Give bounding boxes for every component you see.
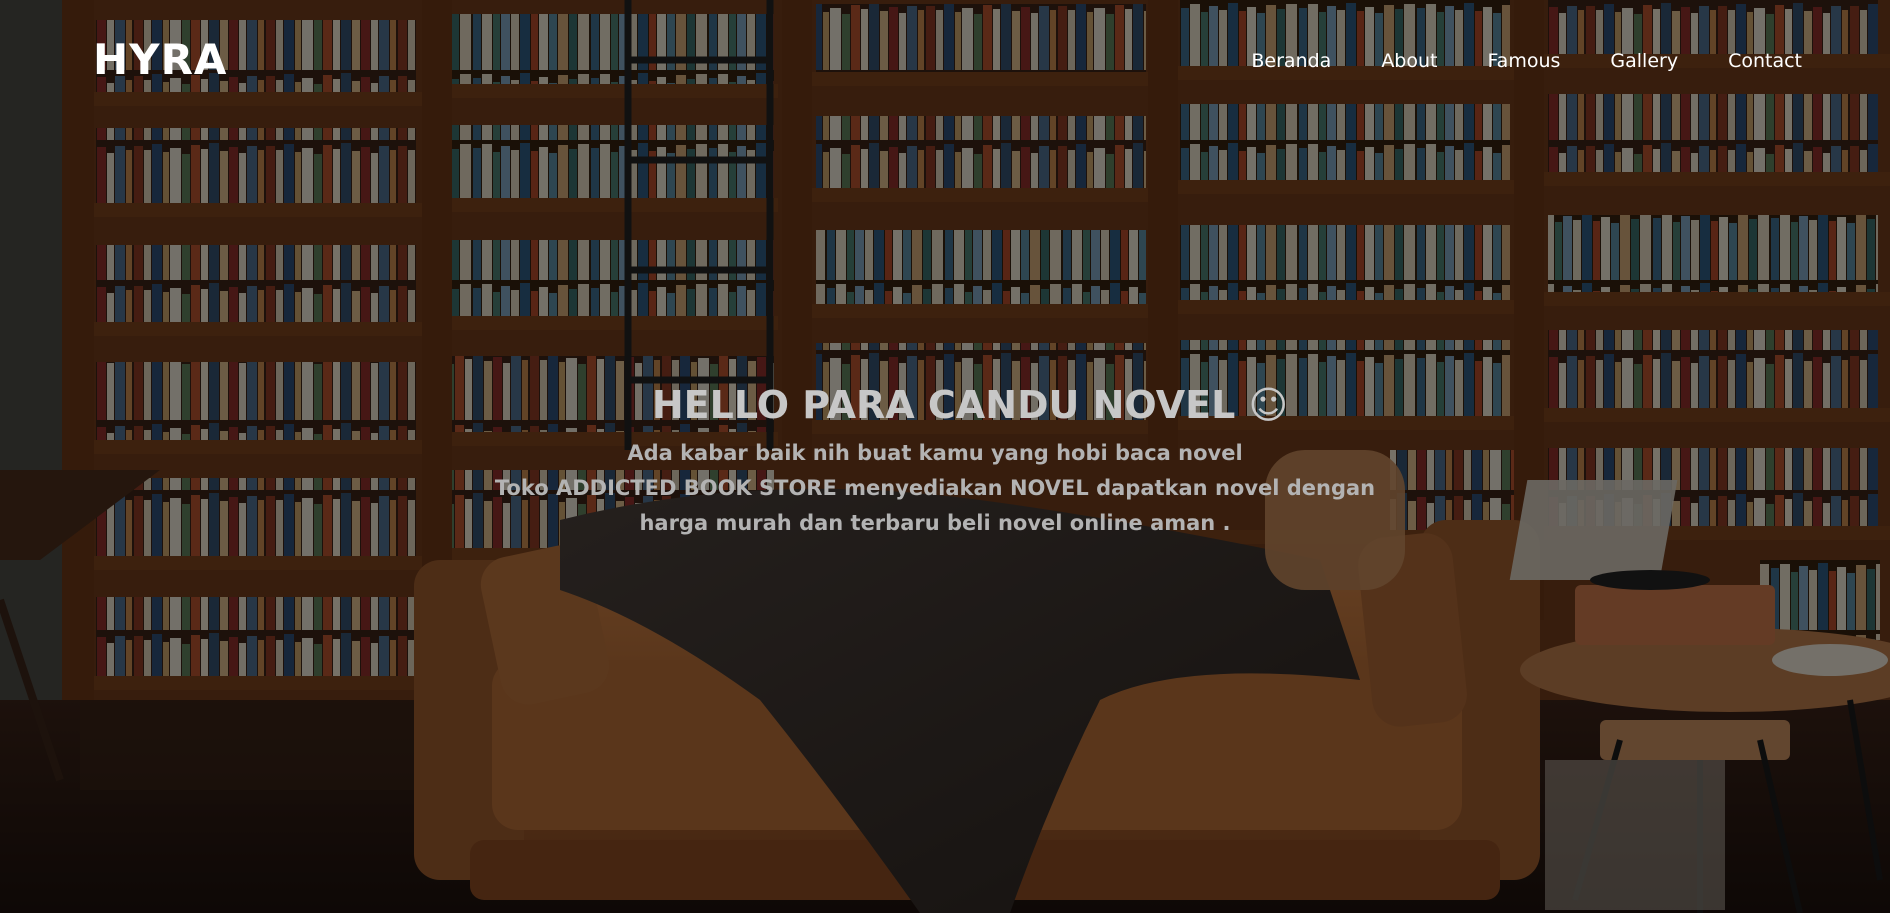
nav-menu: Beranda About Famous Gallery Contact: [1201, 48, 1802, 74]
hero-description: Ada kabar baik nih buat kamu yang hobi b…: [455, 436, 1415, 541]
nav-link-beranda[interactable]: Beranda: [1251, 48, 1331, 74]
site-logo[interactable]: HYRA: [93, 32, 227, 88]
nav-link-gallery[interactable]: Gallery: [1610, 48, 1678, 74]
nav-link-contact[interactable]: Contact: [1728, 48, 1802, 74]
hero-description-line: harga murah dan terbaru beli novel onlin…: [639, 511, 1231, 535]
nav-link-famous[interactable]: Famous: [1488, 48, 1561, 74]
nav-link-about[interactable]: About: [1381, 48, 1437, 74]
navbar: HYRA Beranda About Famous Gallery Contac…: [0, 0, 1890, 120]
hero-description-line: Ada kabar baik nih buat kamu yang hobi b…: [627, 441, 1243, 465]
hero-content: HELLO PARA CANDU NOVEL ☺ Ada kabar baik …: [0, 378, 1890, 541]
hero-section: HYRA Beranda About Famous Gallery Contac…: [0, 0, 1890, 913]
hero-description-line: Toko ADDICTED BOOK STORE menyediakan NOV…: [494, 476, 1376, 500]
hero-headline: HELLO PARA CANDU NOVEL ☺: [651, 383, 1289, 427]
